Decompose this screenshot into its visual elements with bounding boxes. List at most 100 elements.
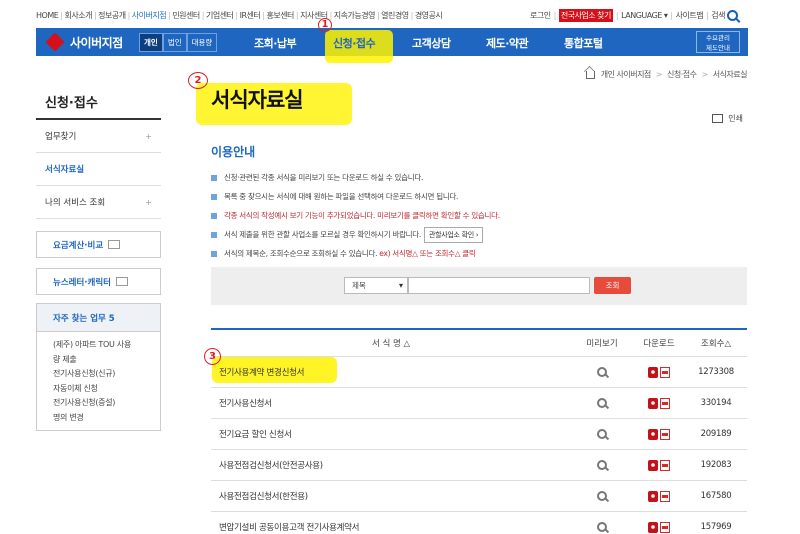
form-name-link[interactable]: 변압기설비 공동이용고객 전기사용계약서	[211, 521, 571, 533]
form-name-link[interactable]: 사용전점검신청서(한전용)	[211, 490, 571, 502]
crumb-1[interactable]: 개인 사이버지점	[601, 69, 652, 80]
nav-application[interactable]: 신청·접수	[333, 35, 376, 51]
hwp-file-icon[interactable]	[648, 490, 658, 502]
utility-link[interactable]: 정보공개	[98, 10, 126, 21]
download-cell	[633, 428, 685, 440]
table-header: 서 식 명 △ 미리보기 다운로드 조회수△	[211, 330, 747, 357]
pdf-file-icon[interactable]	[660, 428, 670, 440]
print-label: 인쇄	[728, 114, 743, 123]
col-count-header[interactable]: 조회수△	[685, 337, 747, 349]
preview-icon[interactable]	[597, 398, 607, 408]
search-input[interactable]	[408, 277, 590, 294]
faq-item-jeju-line2[interactable]: 량 제출	[53, 353, 160, 368]
preview-cell	[571, 491, 633, 501]
faq-item-increase[interactable]: 전기사용신청(증설)	[53, 396, 160, 411]
preview-cell	[571, 522, 633, 532]
demand-mgmt-box[interactable]: 수요관리 제도안내	[696, 31, 740, 53]
table-row: 전기요금 할인 신청서 209189	[211, 419, 747, 450]
view-count: 167580	[700, 491, 732, 501]
demand-mgmt-line1: 수요관리	[706, 34, 730, 42]
sidebar-item-forms[interactable]: 서식자료실	[36, 153, 161, 186]
print-button[interactable]: 인쇄	[712, 113, 743, 124]
pdf-file-icon[interactable]	[660, 366, 670, 378]
nav-inquiry-payment[interactable]: 조회·납부	[254, 35, 297, 51]
utility-link[interactable]: 사이버지점	[132, 10, 167, 21]
annotation-3: 3	[204, 348, 221, 365]
table-row: 사용전점검신청서(한전용) 167580	[211, 481, 747, 512]
form-name-link[interactable]: 전기사용신청서	[211, 397, 571, 409]
sidebar-item-find-task[interactable]: 업무찾기 +	[36, 120, 161, 153]
segment-personal[interactable]: 개인	[139, 33, 163, 52]
segment-large[interactable]: 대용량	[186, 33, 218, 52]
utility-link[interactable]: 민원센터	[172, 10, 200, 21]
guide-line: 신청·관련된 각종 서식을 미리보기 또는 다운로드 하실 수 있습니다.	[211, 168, 751, 187]
hwp-file-icon[interactable]	[648, 366, 658, 378]
crumb-3: 서식자료실	[712, 70, 748, 79]
utility-link[interactable]: 기업센터	[206, 10, 234, 21]
utility-link[interactable]: 열린경영	[381, 10, 409, 21]
dot-1[interactable]	[762, 38, 770, 46]
hwp-file-icon[interactable]	[648, 397, 658, 409]
preview-cell	[571, 460, 633, 470]
forms-table: 서 식 명 △ 미리보기 다운로드 조회수△ 전기사용계약 변경신청서 12733…	[211, 328, 747, 534]
preview-icon[interactable]	[597, 429, 607, 439]
newsletter-link[interactable]: 뉴스레터·캐릭터	[36, 268, 161, 295]
sidebar-item-my-services[interactable]: 나의 서비스 조회 +	[36, 186, 161, 219]
office-check-button[interactable]: 관할사업소 확인 ›	[423, 226, 484, 243]
nav-policy[interactable]: 제도·약관	[486, 35, 529, 51]
pdf-file-icon[interactable]	[660, 490, 670, 502]
search-icon[interactable]	[727, 10, 738, 21]
language-select[interactable]: LANGUAGE ▾	[621, 11, 668, 20]
preview-icon[interactable]	[597, 522, 607, 532]
faq-item-name-change[interactable]: 명의 변경	[53, 411, 160, 426]
pdf-file-icon[interactable]	[660, 397, 670, 409]
guide-line: 각종 서식의 작성예시 보기 기능이 추가되었습니다. 미리보기를 클릭하면 확…	[211, 206, 751, 225]
utility-link[interactable]: HOME	[36, 11, 59, 20]
preview-icon[interactable]	[597, 367, 607, 377]
dot-2[interactable]	[774, 38, 782, 46]
sitemap-link[interactable]: 사이트맵	[676, 10, 704, 21]
guide-text: 서식 제출을 위한 관할 사업소를 모르실 경우 확인하시기 바랍니다.	[224, 230, 421, 239]
search-link[interactable]: 검색	[711, 10, 725, 21]
utility-link[interactable]: 회사소개	[64, 10, 92, 21]
login-link[interactable]: 로그인	[530, 10, 551, 21]
sidebar-item-label: 업무찾기	[45, 132, 77, 142]
form-name-link[interactable]: 사용전점검신청서(안전공사용)	[211, 459, 571, 471]
faq-item-auto-transfer[interactable]: 자동이체 신청	[53, 382, 160, 397]
preview-icon[interactable]	[597, 491, 607, 501]
window-icon	[108, 240, 121, 249]
nav-support[interactable]: 고객상담	[412, 35, 451, 51]
download-cell	[633, 459, 685, 471]
cyber-branch-logo[interactable]: 사이버지점	[45, 32, 123, 52]
search-button[interactable]: 조회	[594, 277, 631, 294]
search-panel: 제목 조회	[211, 267, 747, 305]
pdf-file-icon[interactable]	[660, 521, 670, 533]
utility-link[interactable]: 홍보센터	[266, 10, 294, 21]
preview-icon[interactable]	[597, 460, 607, 470]
utility-link[interactable]: IR센터	[240, 10, 261, 21]
find-office-link[interactable]: 전국사업소 찾기	[558, 9, 613, 22]
view-count: 330194	[700, 398, 732, 408]
hwp-file-icon[interactable]	[648, 428, 658, 440]
form-name-link[interactable]: 전기사용계약 변경신청서	[211, 366, 571, 378]
print-icon	[712, 114, 724, 123]
nav-portal[interactable]: 통합포털	[564, 35, 603, 51]
utility-link[interactable]: 지속가능경영	[334, 10, 376, 21]
utility-link[interactable]: 경영공시	[415, 10, 443, 21]
segment-corporate[interactable]: 법인	[162, 33, 187, 52]
fee-calc-link[interactable]: 요금계산·비교	[36, 231, 161, 258]
plus-icon: +	[145, 131, 152, 141]
form-name-link[interactable]: 전기요금 할인 신청서	[211, 428, 571, 440]
faq-box: 자주 찾는 업무 5 (제주) 아파트 TOU 사용 량 제출 전기사용신청(신…	[36, 303, 161, 431]
col-name-header[interactable]: 서 식 명 △	[211, 337, 571, 349]
pdf-file-icon[interactable]	[660, 459, 670, 471]
home-icon[interactable]	[585, 70, 595, 79]
hwp-file-icon[interactable]	[648, 521, 658, 533]
faq-item-jeju-line1[interactable]: (제주) 아파트 TOU 사용	[53, 338, 160, 353]
hwp-file-icon[interactable]	[648, 459, 658, 471]
faq-item-new-service[interactable]: 전기사용신청(신규)	[53, 367, 160, 382]
crumb-2[interactable]: 신청·접수	[667, 69, 697, 80]
search-field-select[interactable]: 제목	[344, 277, 408, 294]
utility-right: 로그인 | 전국사업소 찾기 | LANGUAGE ▾ | 사이트맵 | 검색	[530, 9, 738, 22]
page-title: 서식자료실	[211, 88, 304, 112]
